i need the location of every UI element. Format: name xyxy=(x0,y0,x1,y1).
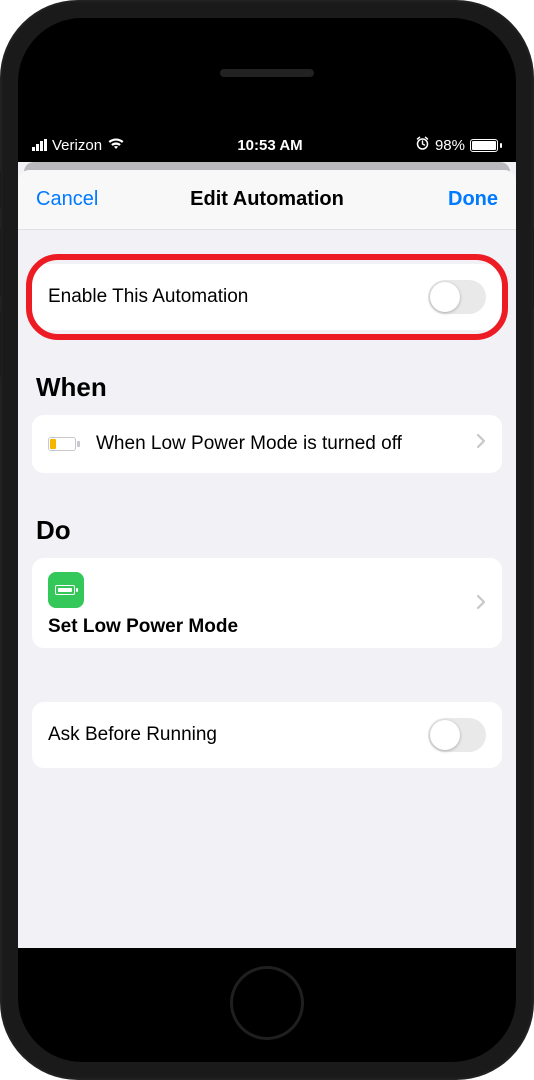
low-power-action-icon xyxy=(48,572,84,608)
mute-switch xyxy=(0,170,1,208)
when-description: When Low Power Mode is turned off xyxy=(96,431,462,457)
enable-automation-label: Enable This Automation xyxy=(48,286,414,308)
enable-automation-toggle[interactable] xyxy=(428,280,486,314)
when-section-title: When xyxy=(36,372,502,403)
do-card[interactable]: Set Low Power Mode xyxy=(32,558,502,648)
volume-down-button xyxy=(0,310,1,378)
app-screen: Cancel Edit Automation Done Enable This … xyxy=(18,162,516,948)
volume-up-button xyxy=(0,228,1,296)
phone-frame: Verizon 10:53 AM 98% xyxy=(0,0,534,1080)
ask-before-running-card: Ask Before Running xyxy=(32,702,502,768)
done-button[interactable]: Done xyxy=(448,188,498,211)
carrier-label: Verizon xyxy=(52,137,102,154)
cell-signal-icon xyxy=(32,139,47,151)
low-battery-icon xyxy=(48,435,82,453)
battery-icon xyxy=(470,139,502,152)
battery-percent-label: 98% xyxy=(435,137,465,154)
ask-before-running-label: Ask Before Running xyxy=(48,724,414,746)
edit-automation-modal: Cancel Edit Automation Done Enable This … xyxy=(18,170,516,948)
chevron-right-icon xyxy=(476,594,486,615)
wifi-icon xyxy=(107,137,125,154)
home-button[interactable] xyxy=(230,966,304,1040)
cancel-button[interactable]: Cancel xyxy=(36,188,98,211)
ask-before-running-toggle[interactable] xyxy=(428,718,486,752)
enable-automation-card: Enable This Automation xyxy=(32,264,502,330)
do-action-title: Set Low Power Mode xyxy=(48,616,238,638)
status-time: 10:53 AM xyxy=(237,137,302,154)
chevron-right-icon xyxy=(476,433,486,454)
earpiece-area xyxy=(18,18,516,128)
status-bar: Verizon 10:53 AM 98% xyxy=(18,128,516,162)
earpiece-slot xyxy=(220,69,314,77)
modal-content: Enable This Automation When xyxy=(18,230,516,948)
do-section-title: Do xyxy=(36,515,502,546)
nav-bar: Cancel Edit Automation Done xyxy=(18,170,516,230)
alarm-icon xyxy=(415,136,430,154)
phone-screen: Verizon 10:53 AM 98% xyxy=(18,18,516,1062)
when-card[interactable]: When Low Power Mode is turned off xyxy=(32,415,502,473)
